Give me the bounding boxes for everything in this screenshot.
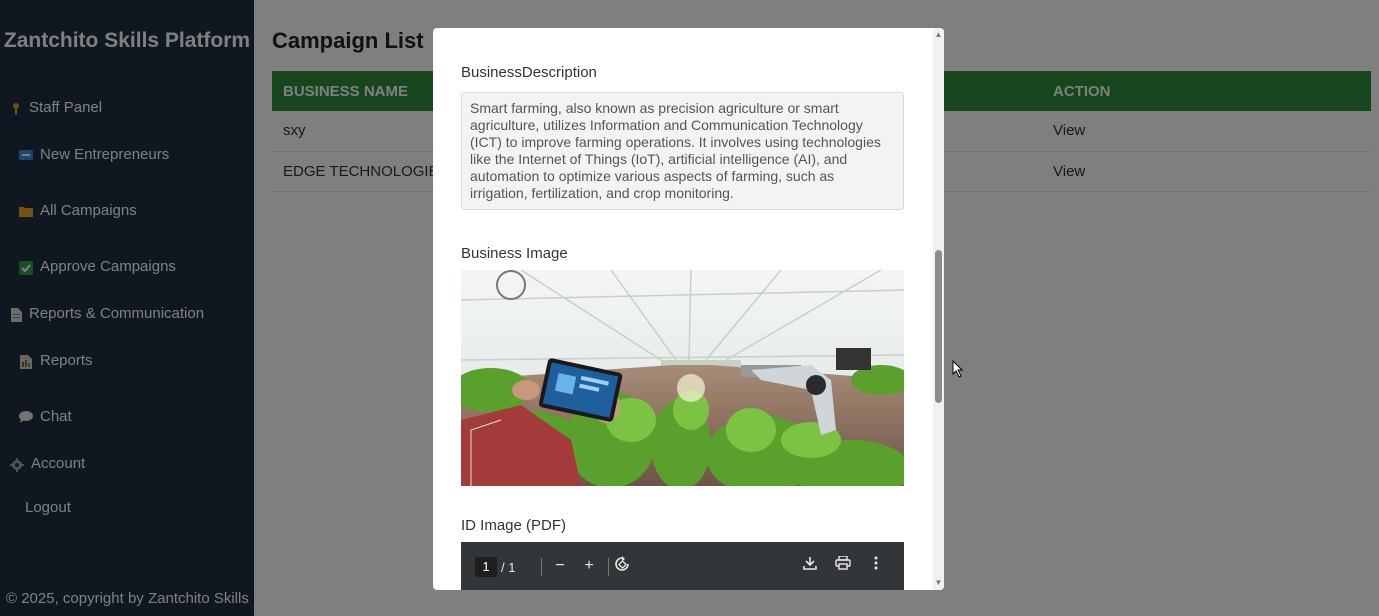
greenhouse-photo <box>461 270 904 486</box>
rotate-icon <box>615 556 629 571</box>
business-description-field[interactable]: Smart farming, also known as precision a… <box>461 92 904 210</box>
print-button[interactable] <box>833 555 853 576</box>
zoom-in-button[interactable]: + <box>579 556 599 576</box>
scroll-up-arrow-icon[interactable]: ▲ <box>933 30 944 40</box>
business-image-label: Business Image <box>461 245 568 262</box>
more-vertical-icon <box>874 556 878 570</box>
modal-scrollbar[interactable]: ▲ ▼ <box>933 28 944 590</box>
pdf-page-input[interactable]: 1 <box>475 557 497 577</box>
download-icon <box>803 557 817 570</box>
id-image-label: ID Image (PDF) <box>461 517 567 534</box>
toolbar-divider <box>608 558 609 576</box>
more-options-button[interactable] <box>866 556 886 576</box>
mouse-cursor-icon <box>952 359 964 383</box>
campaign-detail-modal: BusinessDescription Smart farming, also … <box>433 28 944 590</box>
business-image <box>461 270 904 486</box>
download-button[interactable] <box>800 556 820 576</box>
print-icon <box>835 555 851 570</box>
rotate-button[interactable] <box>612 556 632 576</box>
scroll-down-arrow-icon[interactable]: ▼ <box>933 578 944 588</box>
modal-body: BusinessDescription Smart farming, also … <box>433 28 933 590</box>
scrollbar-thumb[interactable] <box>935 250 942 403</box>
business-description-label: BusinessDescription <box>461 64 597 81</box>
toolbar-divider <box>541 558 542 576</box>
zoom-out-button[interactable]: − <box>550 556 570 576</box>
pdf-page-total: / 1 <box>501 560 516 575</box>
pdf-viewer-toolbar: 1 / 1 − + <box>461 542 904 590</box>
